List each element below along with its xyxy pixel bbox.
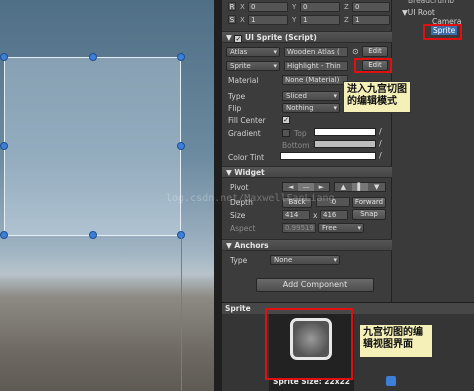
resize-handle-bottom-left[interactable] bbox=[0, 231, 8, 239]
material-label: Material bbox=[228, 76, 259, 85]
width-field[interactable]: 414 bbox=[282, 210, 310, 220]
atlas-dropdown[interactable]: Atlas bbox=[226, 47, 280, 57]
highlight-sprite-edit bbox=[354, 58, 392, 73]
gradient-checkbox[interactable] bbox=[282, 129, 290, 137]
foldout-icon[interactable]: ▼ bbox=[226, 33, 232, 42]
gradient-bottom-color[interactable] bbox=[314, 140, 376, 148]
gradient-top-label: Top bbox=[294, 129, 307, 138]
color-tint-label: Color Tint bbox=[228, 153, 265, 162]
preview-settings-icon[interactable] bbox=[386, 376, 396, 386]
anchor-type-dropdown[interactable]: None bbox=[270, 255, 340, 265]
pivot-vertical-buttons[interactable]: ▲ ▌ ▼ bbox=[334, 182, 386, 192]
resize-handle-top-right[interactable] bbox=[177, 53, 185, 61]
depth-forward-button[interactable]: Forward bbox=[352, 197, 386, 208]
anchor-line bbox=[181, 236, 182, 391]
fill-center-checkbox[interactable]: ✓ bbox=[282, 116, 290, 124]
atlas-picker-icon[interactable]: ⊙ bbox=[352, 47, 359, 56]
resize-handle-top-left[interactable] bbox=[0, 53, 8, 61]
watermark: log.csdn.net/MaxwellFanLiang bbox=[166, 193, 335, 204]
sprite-rect[interactable] bbox=[4, 57, 181, 236]
anchor-type-label: Type bbox=[230, 256, 248, 265]
rotation-x-field[interactable]: 0 bbox=[248, 2, 288, 12]
eyedropper-icon[interactable]: / bbox=[379, 127, 382, 136]
size-label: Size bbox=[230, 211, 246, 220]
eyedropper-icon[interactable]: / bbox=[379, 139, 382, 148]
scale-z-field[interactable]: 1 bbox=[352, 15, 390, 25]
anchors-header-label: Anchors bbox=[234, 241, 269, 250]
type-label: Type bbox=[228, 92, 246, 101]
component-header[interactable]: ▼ ✓ UI Sprite (Script) bbox=[222, 31, 392, 43]
pivot-label: Pivot bbox=[230, 183, 249, 192]
widget-header[interactable]: ▼ Widget bbox=[222, 166, 392, 178]
scale-x-field[interactable]: 1 bbox=[248, 15, 288, 25]
gradient-top-color[interactable] bbox=[314, 128, 376, 136]
atlas-edit-button[interactable]: Edit bbox=[362, 46, 388, 57]
pivot-right-button[interactable]: ► bbox=[314, 183, 329, 191]
add-component-button[interactable]: Add Component bbox=[256, 278, 374, 292]
hierarchy-item-breadcrumb[interactable]: Breadcrumb bbox=[408, 0, 454, 5]
pivot-center-button[interactable]: — bbox=[298, 183, 314, 191]
widget-header-label: Widget bbox=[234, 168, 265, 177]
aspect-field[interactable]: 0.99519 bbox=[282, 223, 316, 233]
gradient-bottom-label: Bottom bbox=[282, 141, 310, 150]
anchors-header[interactable]: ▼ Anchors bbox=[222, 239, 392, 251]
hierarchy-panel: Breadcrumb ▼UI Root Camera Sprite bbox=[392, 0, 474, 302]
pivot-left-button[interactable]: ◄ bbox=[283, 183, 298, 191]
highlight-hierarchy-sprite bbox=[423, 24, 462, 40]
snap-button[interactable]: Snap bbox=[352, 209, 386, 220]
rotation-y-field[interactable]: 0 bbox=[300, 2, 340, 12]
resize-handle-top[interactable] bbox=[89, 53, 97, 61]
aspect-mode-dropdown[interactable]: Free bbox=[318, 223, 364, 233]
resize-handle-right[interactable] bbox=[177, 142, 185, 150]
gradient-label: Gradient bbox=[228, 129, 261, 138]
aspect-label: Aspect bbox=[230, 224, 256, 233]
type-dropdown[interactable]: Sliced bbox=[282, 91, 340, 101]
material-field[interactable]: None (Material) bbox=[282, 75, 348, 85]
rotation-reset-button[interactable]: R bbox=[228, 2, 236, 11]
atlas-field[interactable]: Wooden Atlas ( bbox=[284, 47, 348, 57]
pivot-bottom-button[interactable]: ▼ bbox=[368, 183, 385, 191]
sprite-dropdown[interactable]: Sprite bbox=[226, 61, 280, 71]
fill-center-label: Fill Center bbox=[228, 116, 266, 125]
pivot-horizontal-buttons[interactable]: ◄ — ► bbox=[282, 182, 330, 192]
scale-reset-button[interactable]: S bbox=[228, 15, 236, 24]
flip-label: Flip bbox=[228, 104, 242, 113]
eyedropper-icon[interactable]: / bbox=[379, 151, 382, 160]
component-title: UI Sprite (Script) bbox=[245, 33, 317, 42]
rotation-z-field[interactable]: 0 bbox=[352, 2, 390, 12]
hierarchy-item-ui-root[interactable]: ▼UI Root bbox=[402, 8, 435, 17]
component-enabled-checkbox[interactable]: ✓ bbox=[234, 35, 243, 43]
height-field[interactable]: 416 bbox=[320, 210, 348, 220]
resize-handle-bottom[interactable] bbox=[89, 231, 97, 239]
highlight-preview bbox=[265, 308, 353, 380]
size-x-label: x bbox=[313, 211, 318, 220]
resize-handle-left[interactable] bbox=[0, 142, 8, 150]
sprite-field[interactable]: Highlight - Thin bbox=[284, 61, 348, 71]
inspector-panel: R X 0 Y 0 Z 0 S X 1 Y 1 Z 1 ▼ ✓ UI Sprit… bbox=[222, 0, 392, 302]
flip-dropdown[interactable]: Nothing bbox=[282, 103, 340, 113]
edit-mode-callout: 进入九宫切图 的编辑模式 bbox=[343, 81, 411, 113]
preview-callout: 九宫切图的编 辑视图界面 bbox=[359, 324, 433, 358]
pivot-top-button[interactable]: ▲ bbox=[335, 183, 352, 191]
scale-y-field[interactable]: 1 bbox=[300, 15, 340, 25]
color-tint-swatch[interactable] bbox=[280, 152, 376, 160]
pivot-middle-button[interactable]: ▌ bbox=[351, 183, 369, 191]
